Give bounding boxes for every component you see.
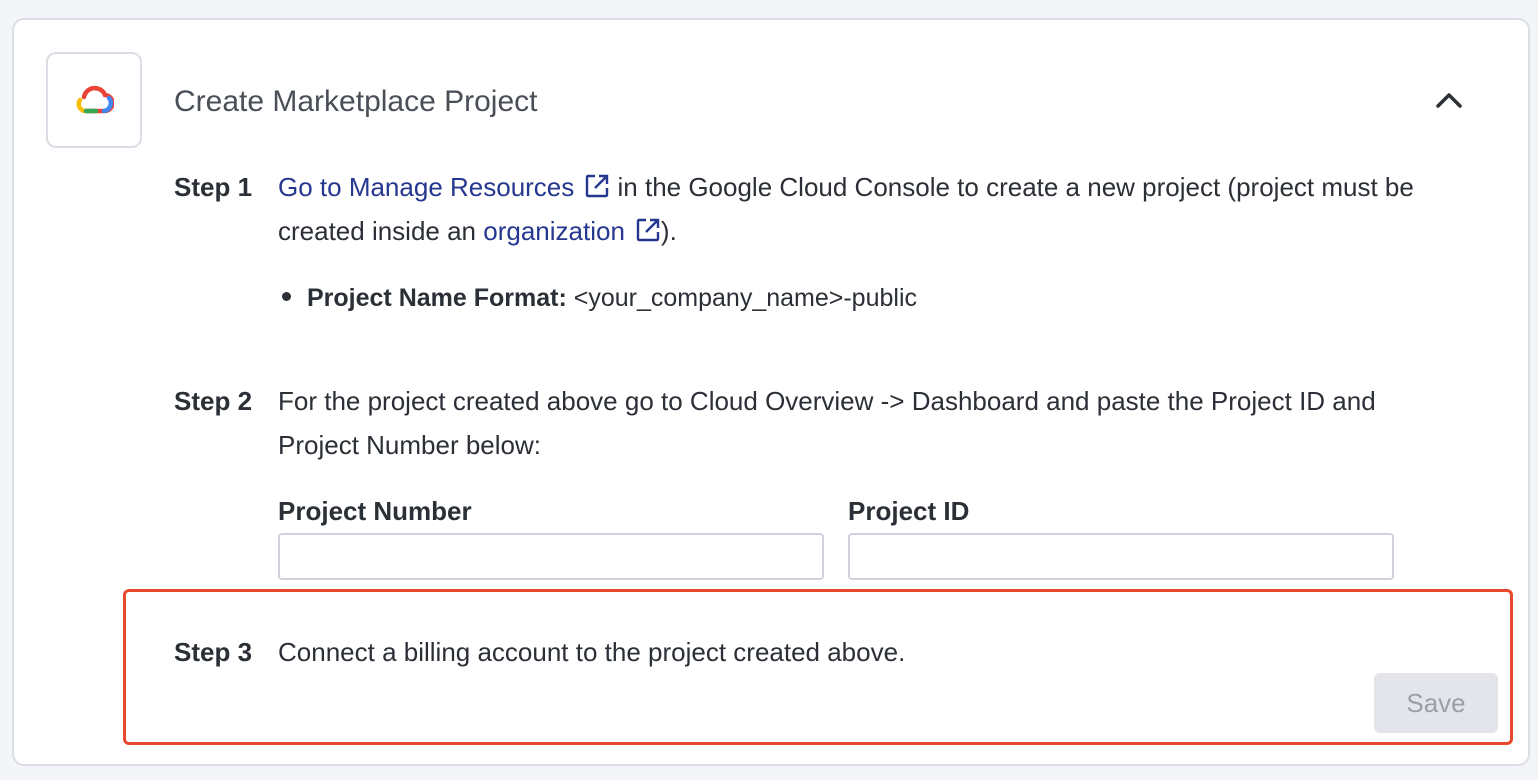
step-1-text: Go to Manage Resources in the Google Clo…: [278, 165, 1418, 253]
chevron-up-icon[interactable]: [1432, 84, 1466, 118]
google-cloud-logo: [46, 52, 142, 148]
bullet-label: Project Name Format:: [307, 284, 567, 312]
bullet-dot: [282, 292, 291, 301]
external-link-icon: [636, 218, 660, 242]
project-id-input[interactable]: [848, 533, 1394, 580]
step-3-text: Connect a billing account to the project…: [278, 637, 906, 667]
step-2-text: For the project created above go to Clou…: [278, 386, 1376, 460]
step-1-label: Step 1: [174, 172, 253, 202]
project-name-format-bullet: Project Name Format: <your_company_name>…: [282, 276, 917, 320]
google-cloud-icon: [76, 85, 114, 114]
external-link-icon: [586, 174, 609, 198]
step-3-label: Step 3: [174, 637, 253, 667]
project-number-input[interactable]: [278, 533, 824, 580]
manage-resources-link[interactable]: Go to Manage Resources: [278, 172, 610, 202]
project-number-label: Project Number: [278, 496, 472, 526]
bullet-value: <your_company_name>-public: [566, 284, 918, 312]
step-2-label: Step 2: [174, 386, 253, 416]
step-1-text-part2: ).: [660, 216, 677, 246]
panel-title: Create Marketplace Project: [174, 85, 538, 118]
save-button[interactable]: Save: [1374, 673, 1498, 733]
project-id-label: Project ID: [848, 496, 970, 526]
organization-link[interactable]: organization: [483, 216, 661, 246]
